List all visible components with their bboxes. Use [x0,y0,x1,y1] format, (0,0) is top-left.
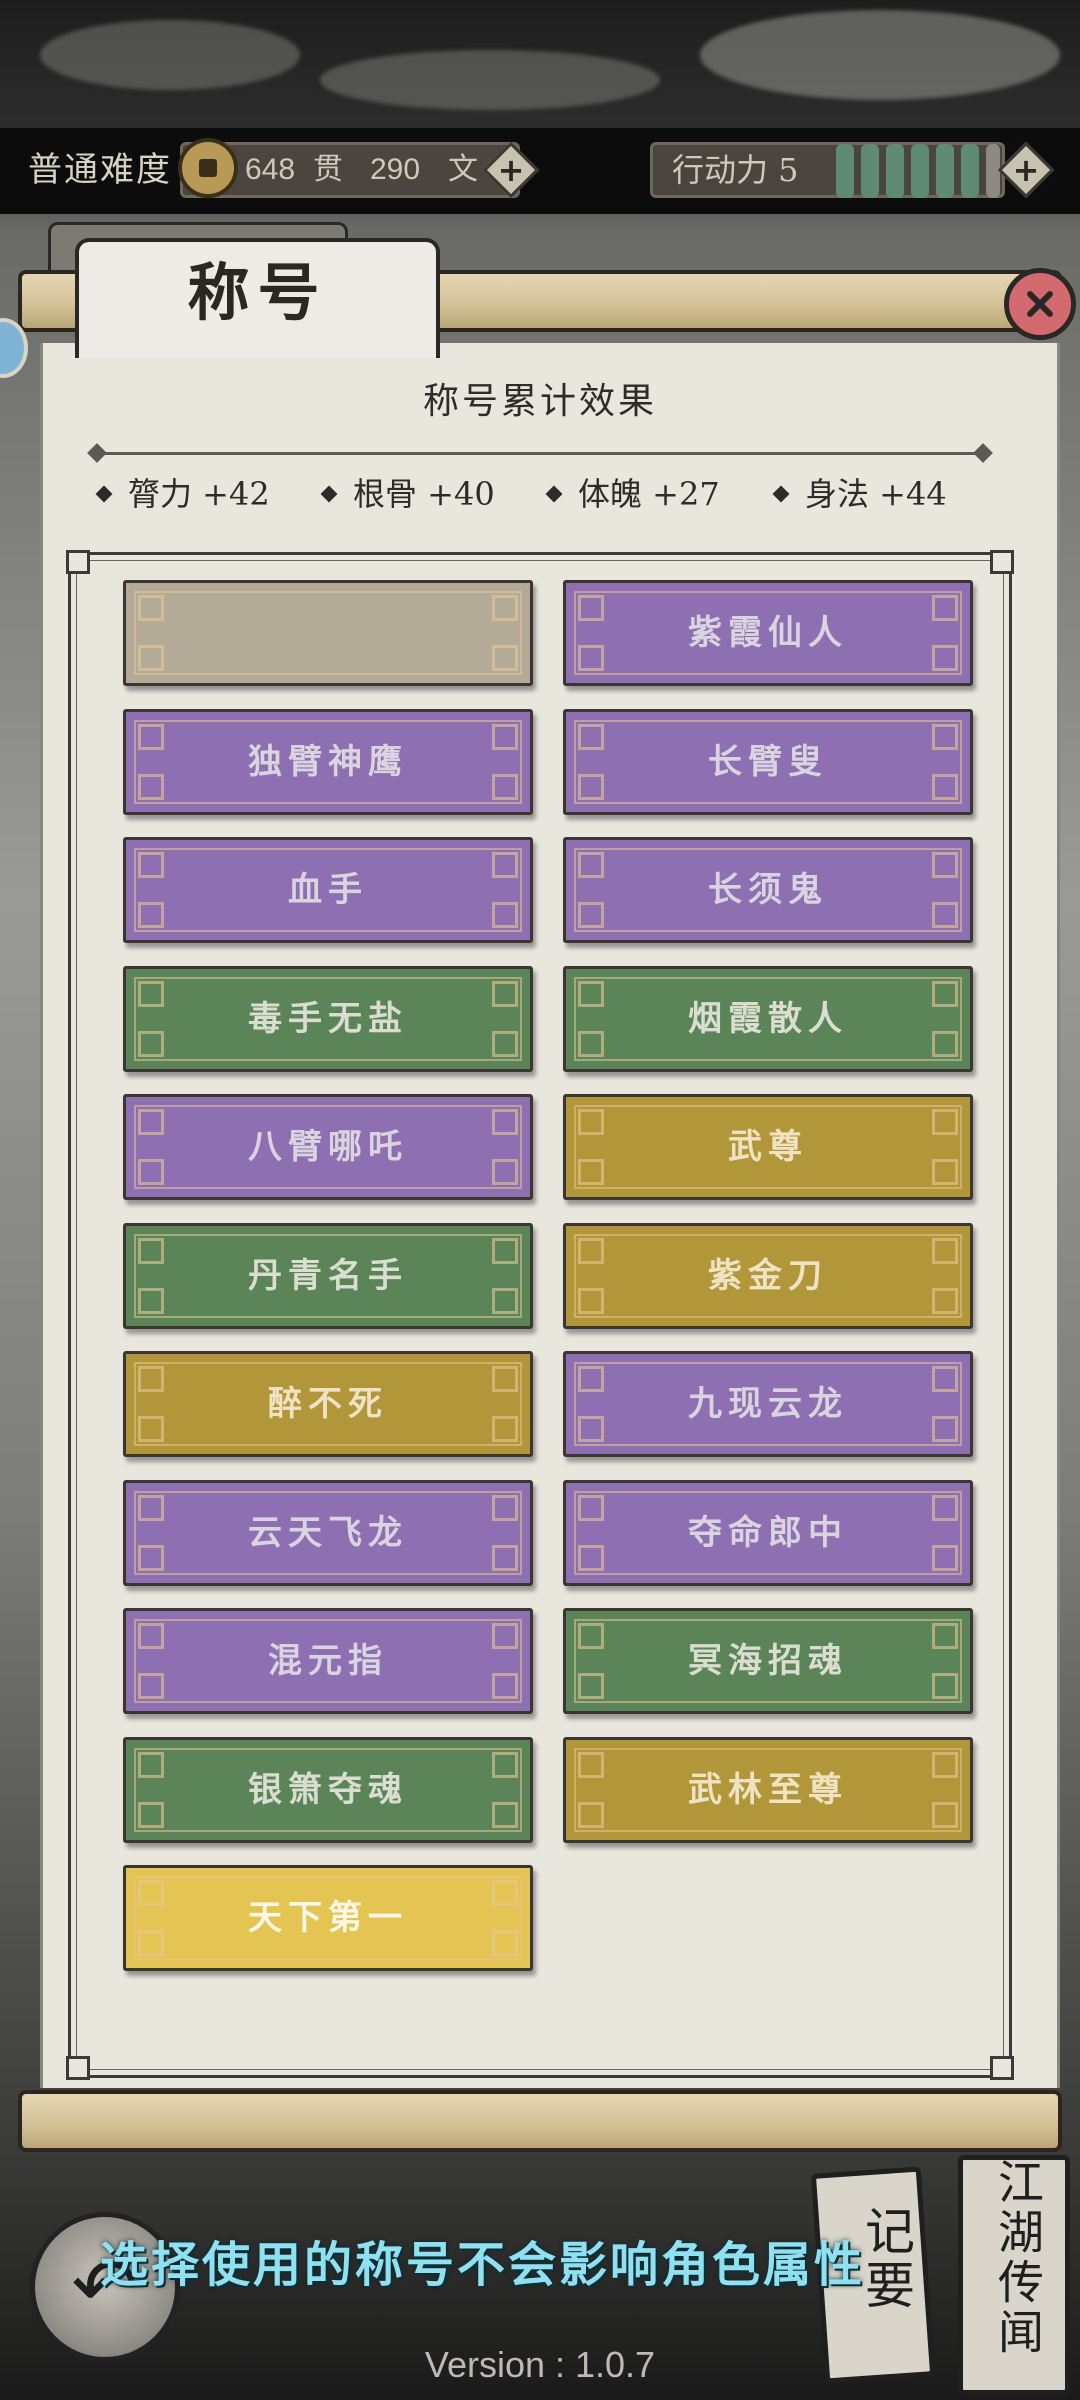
plus-icon: + [497,151,525,189]
title-button-label: 长臂叟 [708,742,828,782]
action-pip [911,144,929,198]
title-button-label: 独臂神鹰 [248,742,408,782]
currency-guan-unit: 贯 [313,152,343,187]
title-button[interactable]: 天下第一 [123,1865,533,1971]
title-button[interactable]: 醉不死 [123,1351,533,1457]
title-button[interactable]: 武尊 [563,1094,973,1200]
title-button[interactable]: 丹青名手 [123,1223,533,1329]
tab-titles-label: 称号 [187,256,328,329]
plus-icon: + [1012,151,1040,189]
title-button-label: 紫金刀 [708,1256,828,1296]
action-pip [936,144,954,198]
section-title: 称号累计效果 [422,381,657,422]
title-button-label: 夺命郎中 [688,1513,848,1553]
stat-strength-text: 膂力 +42 [128,475,270,513]
diamond-bullet-icon [772,485,790,502]
title-button-label: 混元指 [268,1641,388,1681]
title-button[interactable]: 八臂哪吒 [123,1094,533,1200]
frame-corner [66,2056,90,2080]
currency-guan-value: 648 [245,153,296,186]
stat-strength: 膂力 +42 [95,470,270,518]
title-button-label: 醉不死 [268,1384,388,1424]
stat-agility: 身法 +44 [772,470,947,518]
title-button[interactable]: 银箫夺魂 [123,1737,533,1843]
action-pip [886,144,904,198]
title-button[interactable]: 独臂神鹰 [123,709,533,815]
title-button[interactable]: 混元指 [123,1608,533,1714]
stat-physique: 体魄 +27 [545,470,720,518]
stat-constitution-text: 根骨 +40 [353,475,495,513]
ink-cloud [320,50,660,110]
title-button-label: 天下第一 [248,1898,408,1938]
title-button-label: 武林至尊 [688,1770,848,1810]
title-button-label: 银箫夺魂 [248,1770,408,1810]
stat-physique-text: 体魄 +27 [578,475,720,513]
title-button-label: 八臂哪吒 [248,1127,408,1167]
title-button-label: 冥海招魂 [688,1641,848,1681]
currency-wen-value: 290 [370,153,421,186]
scroll-bottom-roller [18,2090,1062,2152]
currency-wen-unit: 文 [448,152,478,187]
title-button[interactable]: 长臂叟 [563,709,973,815]
title-button-label [126,583,530,683]
title-button[interactable]: 毒手无盐 [123,966,533,1072]
title-button[interactable]: 九现云龙 [563,1351,973,1457]
frame-corner [66,550,90,574]
action-pip [836,144,854,198]
title-button-label: 九现云龙 [688,1384,848,1424]
action-pip [861,144,879,198]
title-button-label: 毒手无盐 [248,999,408,1039]
title-button-label: 武尊 [728,1127,808,1167]
action-pip [961,144,979,198]
frame-corner [990,2056,1014,2080]
title-divider [95,452,985,455]
diamond-bullet-icon [320,485,338,502]
title-button-label: 紫霞仙人 [688,613,848,653]
title-button[interactable] [123,580,533,686]
title-button[interactable]: 夺命郎中 [563,1480,973,1586]
stat-agility-text: 身法 +44 [805,475,947,513]
title-button[interactable]: 烟霞散人 [563,966,973,1072]
stat-constitution: 根骨 +40 [320,470,495,518]
ink-cloud [700,10,1060,100]
title-button-label: 丹青名手 [248,1256,408,1296]
title-button-label: 烟霞散人 [688,999,848,1039]
difficulty-label: 普通难度 [28,150,172,190]
diamond-bullet-icon [95,485,113,502]
diamond-bullet-icon [545,485,563,502]
title-button[interactable]: 武林至尊 [563,1737,973,1843]
title-button[interactable]: 长须鬼 [563,837,973,943]
title-button[interactable]: 血手 [123,837,533,943]
coin-icon [178,138,238,198]
version-label: Version : 1.0.7 [424,2344,656,2385]
title-button[interactable]: 紫金刀 [563,1223,973,1329]
frame-corner [990,550,1014,574]
title-button-label: 长须鬼 [708,870,828,910]
title-button[interactable]: 紫霞仙人 [563,580,973,686]
title-button[interactable]: 云天飞龙 [123,1480,533,1586]
title-button-label: 血手 [288,870,368,910]
ink-cloud [40,20,300,90]
action-points-label: 行动力 5 [672,151,799,189]
hint-text: 选择使用的称号不会影响角色属性 [100,2237,866,2293]
title-button[interactable]: 冥海招魂 [563,1608,973,1714]
title-button-label: 云天飞龙 [248,1513,408,1553]
close-icon[interactable] [1004,268,1076,340]
